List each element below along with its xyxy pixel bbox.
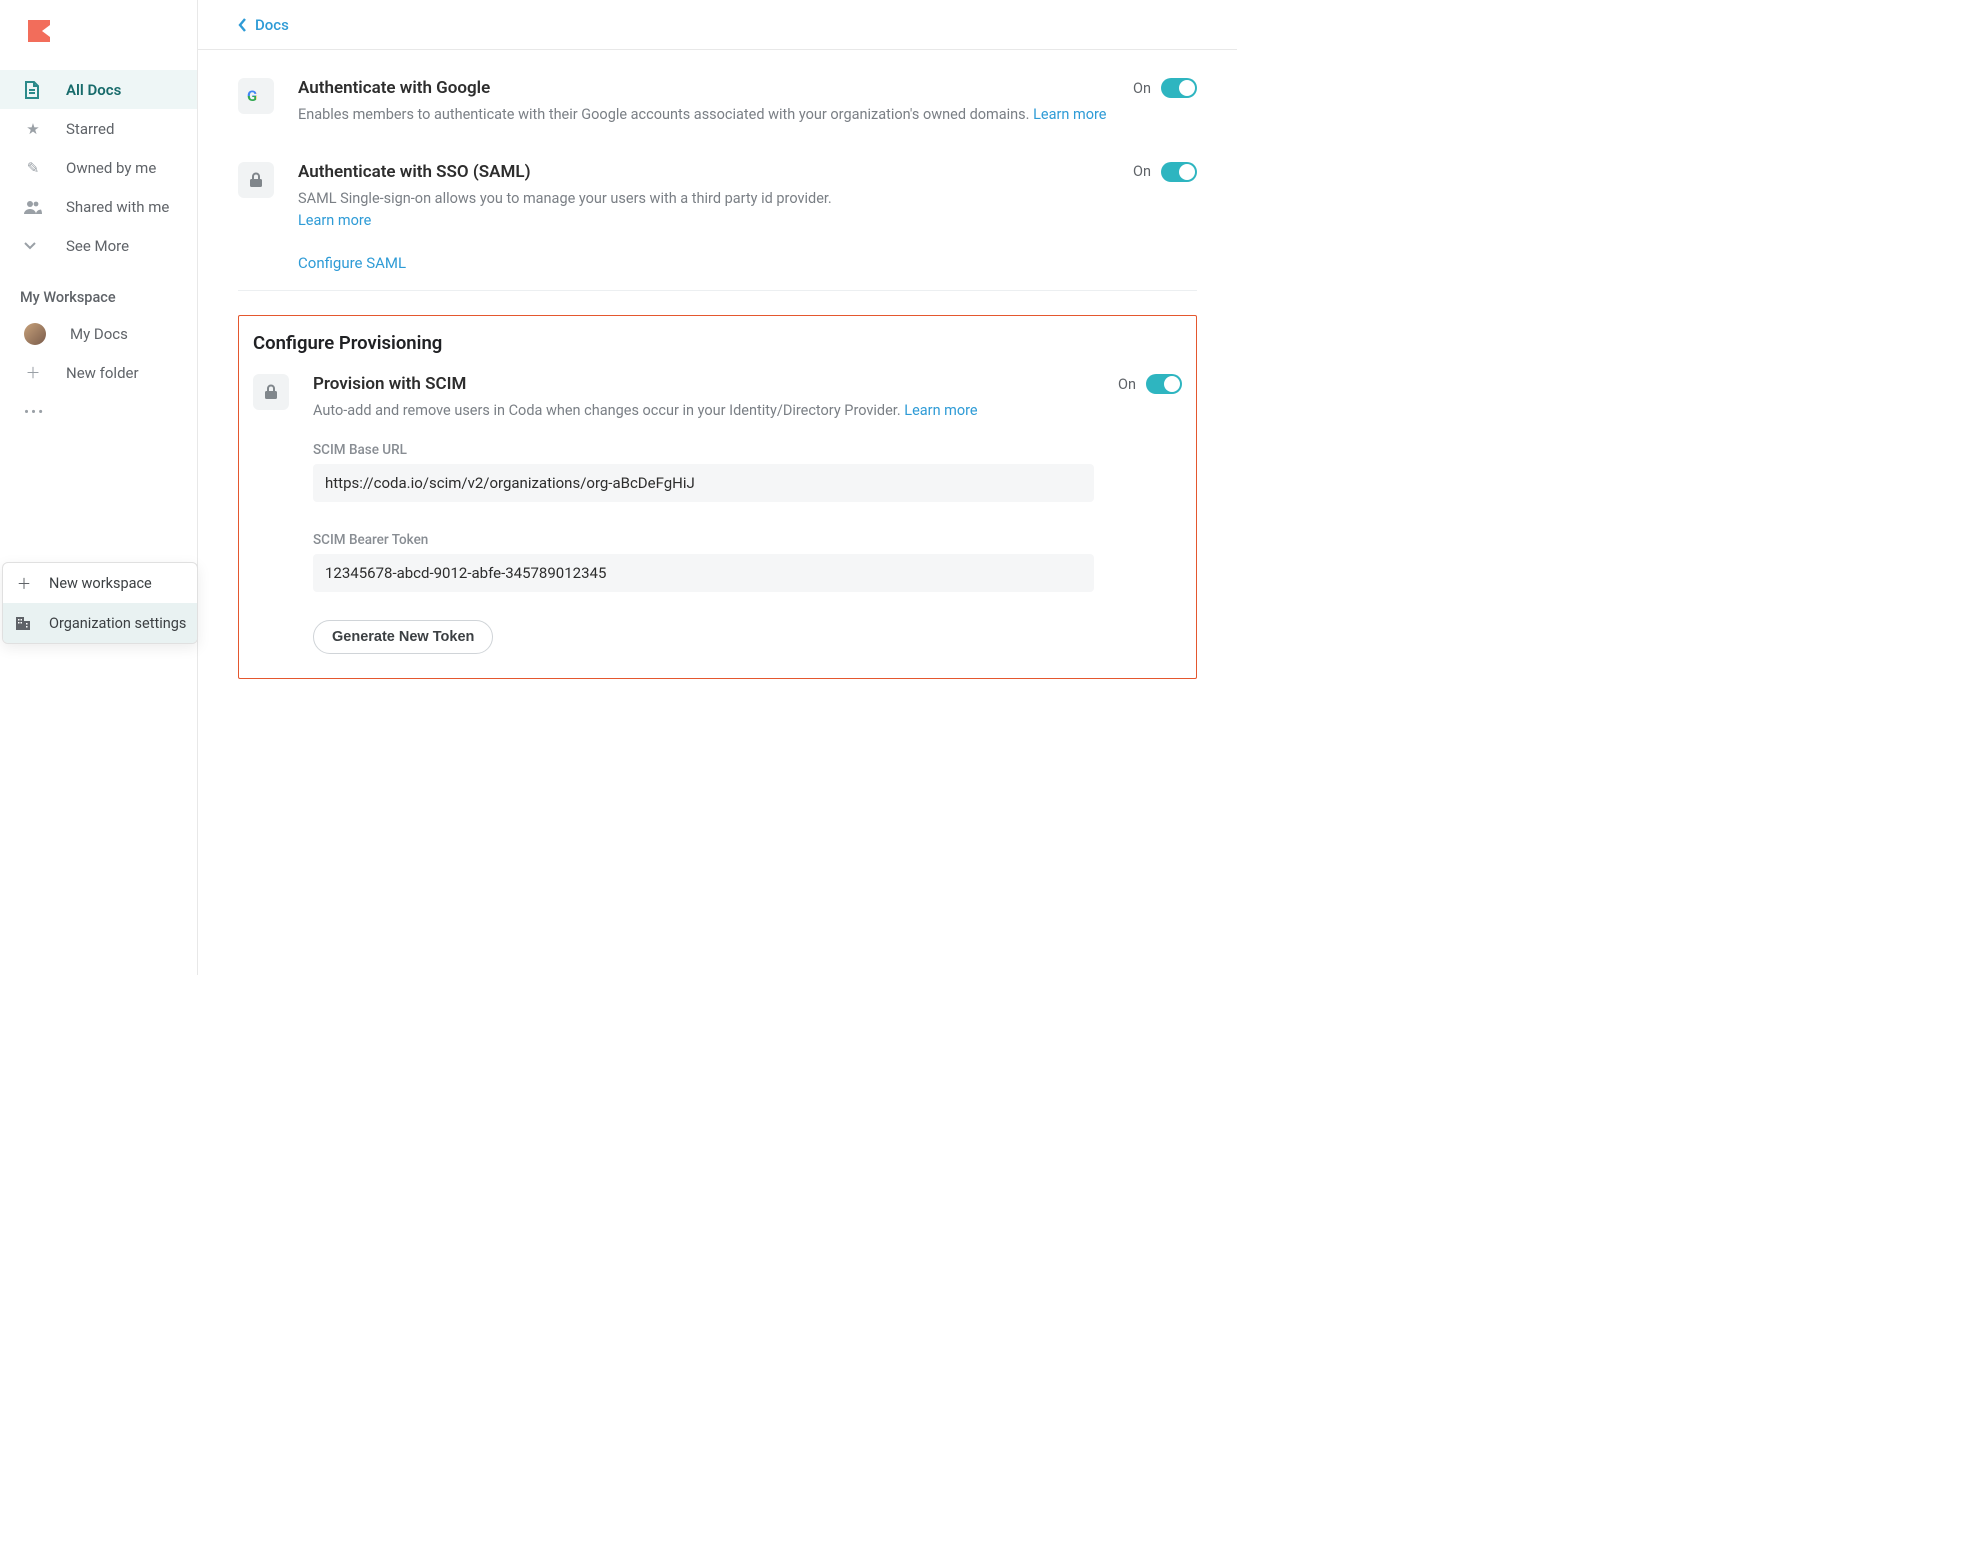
toggle-state-label: On bbox=[1133, 80, 1151, 97]
breadcrumb-label: Docs bbox=[255, 16, 289, 34]
generate-token-button[interactable]: Generate New Token bbox=[313, 620, 493, 654]
sidebar-item-label: All Docs bbox=[66, 81, 121, 99]
sidebar-item-see-more[interactable]: See More bbox=[0, 226, 197, 265]
sidebar-item-label: Owned by me bbox=[66, 159, 156, 177]
setting-title: Authenticate with SSO (SAML) bbox=[298, 162, 1109, 182]
toggle-scim[interactable] bbox=[1146, 374, 1182, 394]
sidebar-item-shared[interactable]: Shared with me bbox=[0, 187, 197, 226]
ellipsis-icon: ••• bbox=[24, 403, 42, 421]
app-logo[interactable] bbox=[28, 20, 50, 42]
scim-url-value[interactable]: https://coda.io/scim/v2/organizations/or… bbox=[313, 464, 1094, 502]
workspace-menu-popup: ＋ New workspace Organization settings bbox=[2, 562, 198, 644]
chevron-left-icon bbox=[238, 18, 247, 32]
sidebar-item-starred[interactable]: ★ Starred bbox=[0, 109, 197, 148]
doc-icon bbox=[24, 81, 42, 99]
sidebar-item-more[interactable]: ••• bbox=[0, 392, 197, 431]
scim-token-label: SCIM Bearer Token bbox=[313, 532, 1094, 548]
menu-item-label: New workspace bbox=[49, 575, 152, 592]
menu-item-org-settings[interactable]: Organization settings bbox=[3, 603, 197, 643]
toggle-state-label: On bbox=[1118, 376, 1136, 393]
scim-token-value[interactable]: 12345678-abcd-9012-abfe-345789012345 bbox=[313, 554, 1094, 592]
learn-more-link[interactable]: Learn more bbox=[1033, 106, 1106, 123]
provisioning-section: Configure Provisioning Provision with SC… bbox=[238, 315, 1197, 679]
sidebar-item-label: My Docs bbox=[70, 325, 128, 343]
lock-icon bbox=[253, 374, 289, 410]
sidebar-item-all-docs[interactable]: All Docs bbox=[0, 70, 197, 109]
divider bbox=[238, 290, 1197, 291]
main-content: Docs G Authenticate with Google Enables … bbox=[198, 0, 1237, 975]
learn-more-link[interactable]: Learn more bbox=[298, 212, 371, 229]
breadcrumb-back[interactable]: Docs bbox=[198, 0, 1237, 50]
toggle-google-auth[interactable] bbox=[1161, 78, 1197, 98]
sidebar-item-label: Shared with me bbox=[66, 198, 169, 216]
sidebar-item-label: Starred bbox=[66, 120, 114, 138]
setting-sso-auth: Authenticate with SSO (SAML) SAML Single… bbox=[238, 162, 1197, 273]
setting-scim: Provision with SCIM Auto-add and remove … bbox=[253, 374, 1182, 654]
configure-saml-link[interactable]: Configure SAML bbox=[298, 254, 406, 272]
menu-item-label: Organization settings bbox=[49, 615, 186, 632]
people-icon bbox=[24, 200, 42, 214]
setting-title: Provision with SCIM bbox=[313, 374, 1094, 394]
chevron-down-icon bbox=[24, 242, 42, 250]
section-title: Configure Provisioning bbox=[253, 332, 1182, 354]
google-icon: G bbox=[238, 78, 274, 114]
avatar bbox=[24, 323, 46, 345]
sidebar-item-my-docs[interactable]: My Docs bbox=[0, 314, 197, 353]
pencil-icon: ✎ bbox=[24, 159, 42, 177]
setting-desc: Enables members to authenticate with the… bbox=[298, 104, 1109, 126]
plus-icon: ＋ bbox=[24, 362, 42, 383]
lock-icon bbox=[238, 162, 274, 198]
sidebar: All Docs ★ Starred ✎ Owned by me Shared … bbox=[0, 0, 198, 975]
scim-url-label: SCIM Base URL bbox=[313, 442, 1094, 458]
sidebar-item-owned[interactable]: ✎ Owned by me bbox=[0, 148, 197, 187]
toggle-sso-auth[interactable] bbox=[1161, 162, 1197, 182]
sidebar-item-label: See More bbox=[66, 237, 129, 255]
learn-more-link[interactable]: Learn more bbox=[904, 402, 977, 419]
sidebar-item-new-folder[interactable]: ＋ New folder bbox=[0, 353, 197, 392]
setting-desc: SAML Single-sign-on allows you to manage… bbox=[298, 188, 1109, 232]
sidebar-item-label: New folder bbox=[66, 364, 139, 382]
menu-item-new-workspace[interactable]: ＋ New workspace bbox=[3, 563, 197, 603]
setting-title: Authenticate with Google bbox=[298, 78, 1109, 98]
toggle-state-label: On bbox=[1133, 163, 1151, 180]
workspace-heading: My Workspace bbox=[0, 265, 197, 314]
setting-desc: Auto-add and remove users in Coda when c… bbox=[313, 400, 1094, 422]
building-icon bbox=[15, 615, 33, 631]
setting-google-auth: G Authenticate with Google Enables membe… bbox=[238, 78, 1197, 126]
star-icon: ★ bbox=[24, 120, 42, 138]
plus-icon: ＋ bbox=[15, 573, 33, 594]
